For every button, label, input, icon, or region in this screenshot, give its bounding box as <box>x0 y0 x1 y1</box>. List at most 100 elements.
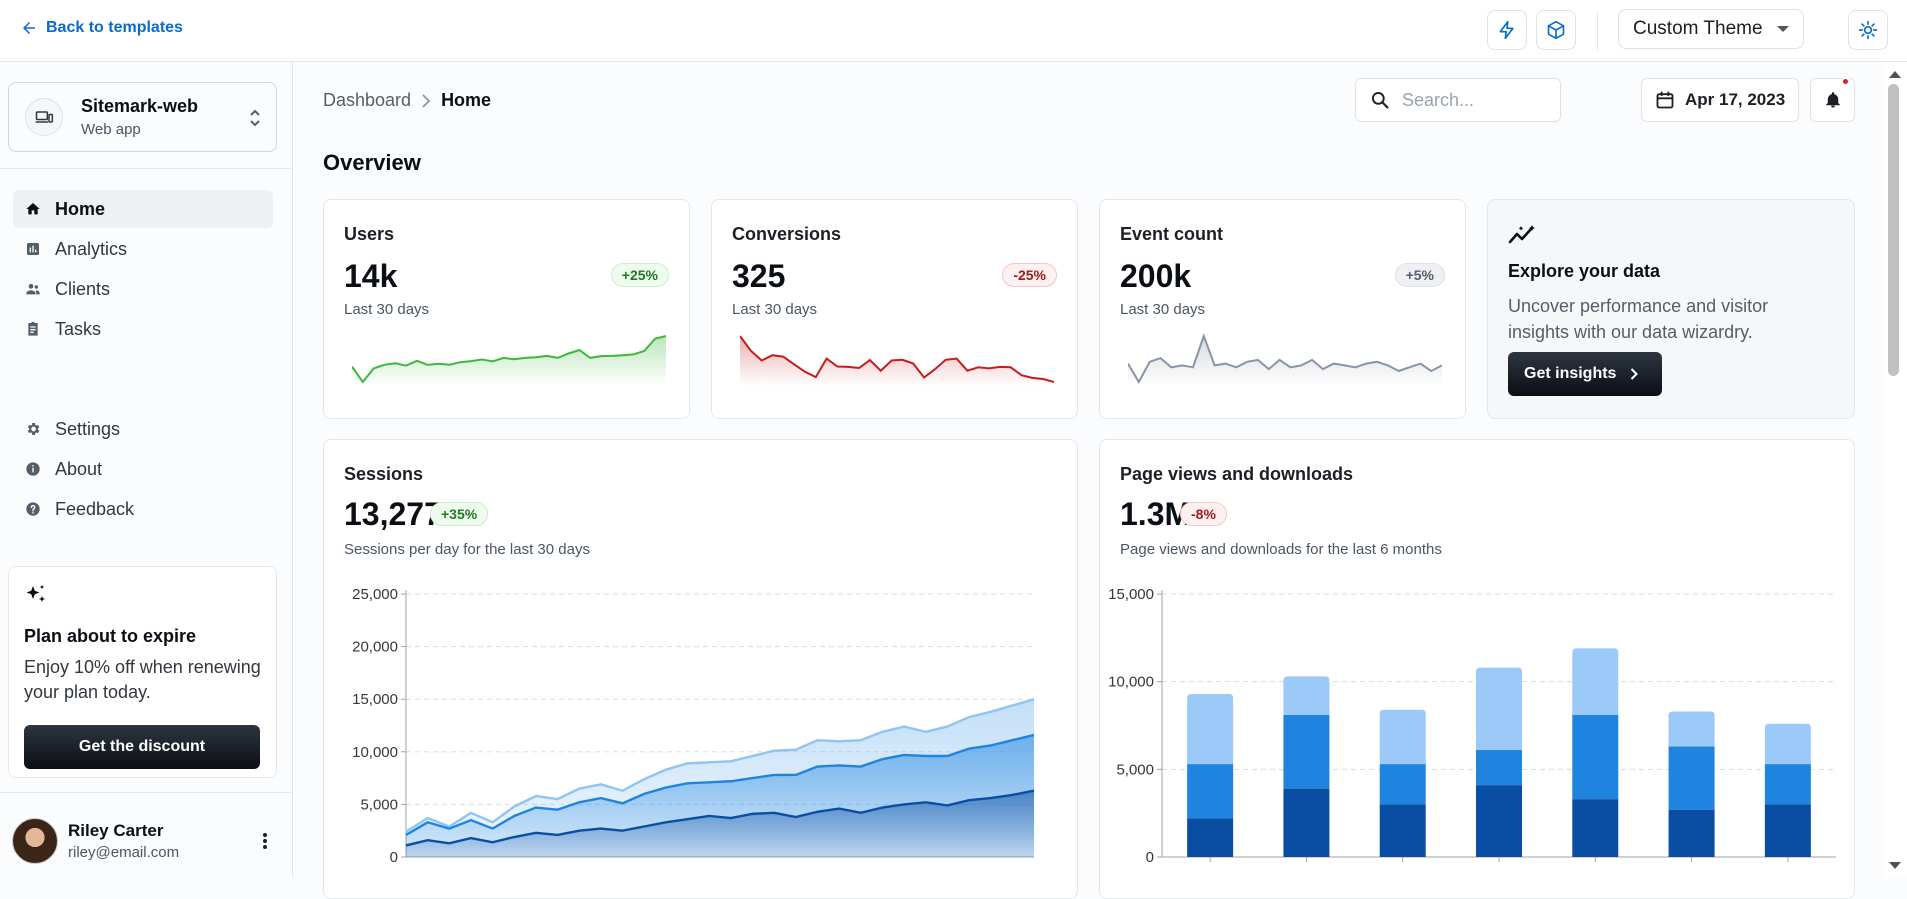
sessions-card: Sessions 13,277 +35% Sessions per day fo… <box>323 439 1078 899</box>
y-tick-label: 20,000 <box>352 639 398 656</box>
search-input[interactable]: Search... <box>1355 78 1561 122</box>
pageviews-card: Page views and downloads 1.3M -8% Page v… <box>1099 439 1855 899</box>
cube-button[interactable] <box>1536 10 1576 50</box>
bar-segment <box>1764 723 1811 765</box>
bar-segment <box>1379 709 1426 765</box>
theme-select[interactable]: Custom Theme <box>1618 9 1804 49</box>
main-nav: Home Analytics Clients Tasks <box>13 190 273 350</box>
bar-segment <box>1379 804 1426 857</box>
sessions-area-chart: 05,00010,00015,00020,00025,000Apr 5Apr 1… <box>352 586 1035 866</box>
bar-segment <box>1283 714 1330 789</box>
y-tick-label: 10,000 <box>1108 674 1154 691</box>
bar-segment <box>1668 711 1715 747</box>
user-email: riley@email.com <box>68 844 180 861</box>
chevron-right-icon <box>422 93 431 108</box>
site-name: Sitemark-web <box>81 96 199 116</box>
notification-badge <box>1841 77 1850 86</box>
get-discount-button[interactable]: Get the discount <box>24 725 260 769</box>
bar-segment <box>1187 693 1234 765</box>
bar-segment <box>1764 764 1811 805</box>
breadcrumb-dashboard[interactable]: Dashboard <box>323 90 411 111</box>
unfold-icon <box>250 109 260 127</box>
topbar-divider <box>1597 12 1598 50</box>
bar-segment <box>1668 809 1715 857</box>
site-type: Web app <box>81 121 141 138</box>
trend-badge: +25% <box>610 263 669 287</box>
sparkline-area <box>352 336 666 386</box>
pageviews-trend-badge: -8% <box>1180 502 1227 526</box>
pageviews-bar-chart: 05,00010,00015,000JanFebMarAprMayJunJul <box>1108 586 1836 866</box>
main-content: Dashboard Home Search... Apr 17, 2023 Ov… <box>294 62 1884 899</box>
bar-segment <box>1572 799 1619 857</box>
gear-icon <box>25 421 41 437</box>
bar-segment <box>1187 764 1234 819</box>
nav-label-feedback: Feedback <box>55 498 135 519</box>
get-insights-label: Get insights <box>1524 365 1617 382</box>
sparkline-chart <box>1128 333 1442 386</box>
y-tick-label: 0 <box>390 849 398 866</box>
bar-segment <box>1572 714 1619 800</box>
calendar-icon <box>1656 91 1674 109</box>
nav-item-clients[interactable]: Clients <box>13 270 273 308</box>
cube-icon <box>1547 20 1565 40</box>
nav-label-clients: Clients <box>55 278 111 299</box>
stat-value: 325 <box>732 258 786 294</box>
color-mode-button[interactable] <box>1848 10 1888 50</box>
more-vertical-icon[interactable] <box>262 831 268 851</box>
stat-title: Event count <box>1120 224 1224 244</box>
sidebar-footer-divider <box>0 792 292 793</box>
promo-title: Plan about to expire <box>24 626 197 646</box>
pageviews-title: Page views and downloads <box>1120 464 1354 484</box>
nav-item-feedback[interactable]: Feedback <box>13 490 273 528</box>
nav-item-about[interactable]: About <box>13 450 273 488</box>
date-picker[interactable]: Apr 17, 2023 <box>1641 78 1799 122</box>
stat-period: Last 30 days <box>732 301 818 318</box>
bar-segment <box>1764 804 1811 857</box>
sparkline-area <box>1128 336 1442 386</box>
back-to-templates-link[interactable]: Back to templates <box>20 19 183 37</box>
plan-expiry-card: Plan about to expire Enjoy 10% off when … <box>8 566 277 778</box>
top-bar: Back to templates Custom Theme <box>0 0 1907 62</box>
y-tick-label: 5,000 <box>360 796 398 813</box>
bar-segment <box>1476 750 1522 786</box>
sidebar-divider <box>0 168 292 169</box>
y-tick-label: 15,000 <box>352 691 398 708</box>
bolt-button[interactable] <box>1487 10 1527 50</box>
nav-item-analytics[interactable]: Analytics <box>13 230 273 268</box>
secondary-nav: Settings About Feedback <box>13 410 273 530</box>
pageviews-subtitle: Page views and downloads for the last 6 … <box>1120 541 1442 558</box>
bar-segment <box>1379 764 1426 805</box>
nav-label-about: About <box>55 458 103 479</box>
get-insights-button[interactable]: Get insights <box>1508 352 1662 396</box>
notifications-button[interactable] <box>1810 77 1855 122</box>
sessions-trend-badge: +35% <box>430 502 489 526</box>
y-tick-label: 0 <box>1146 849 1154 866</box>
caret-down-icon <box>1777 26 1789 32</box>
help-icon <box>25 501 41 517</box>
sparkline-chart <box>740 335 1054 386</box>
sun-icon <box>1858 20 1878 40</box>
breadcrumb: Dashboard Home <box>323 90 491 111</box>
bell-icon <box>1825 92 1840 108</box>
scroll-up-arrow[interactable] <box>1889 71 1901 78</box>
bar-segment <box>1476 785 1522 857</box>
nav-item-tasks[interactable]: Tasks <box>13 310 273 348</box>
sessions-subtitle: Sessions per day for the last 30 days <box>344 541 590 558</box>
bar-segment <box>1572 648 1619 715</box>
scroll-down-arrow[interactable] <box>1889 862 1901 869</box>
insights-icon <box>1508 225 1535 244</box>
analytics-icon <box>25 241 41 257</box>
stat-value: 200k <box>1120 258 1192 294</box>
promo-text: Enjoy 10% off when renewing your plan to… <box>24 657 261 702</box>
y-tick-label: 5,000 <box>1116 761 1154 778</box>
avatar[interactable] <box>12 818 58 864</box>
clipboard-icon <box>25 321 41 337</box>
breadcrumb-home: Home <box>441 90 492 110</box>
user-profile: Riley Carter riley@email.com <box>12 814 282 868</box>
info-icon <box>25 461 41 477</box>
scrollbar-thumb[interactable] <box>1888 84 1899 376</box>
nav-item-settings[interactable]: Settings <box>13 410 273 448</box>
nav-item-home[interactable]: Home <box>13 190 273 228</box>
site-selector[interactable]: Sitemark-web Web app <box>8 82 277 152</box>
sessions-title: Sessions <box>344 464 424 484</box>
